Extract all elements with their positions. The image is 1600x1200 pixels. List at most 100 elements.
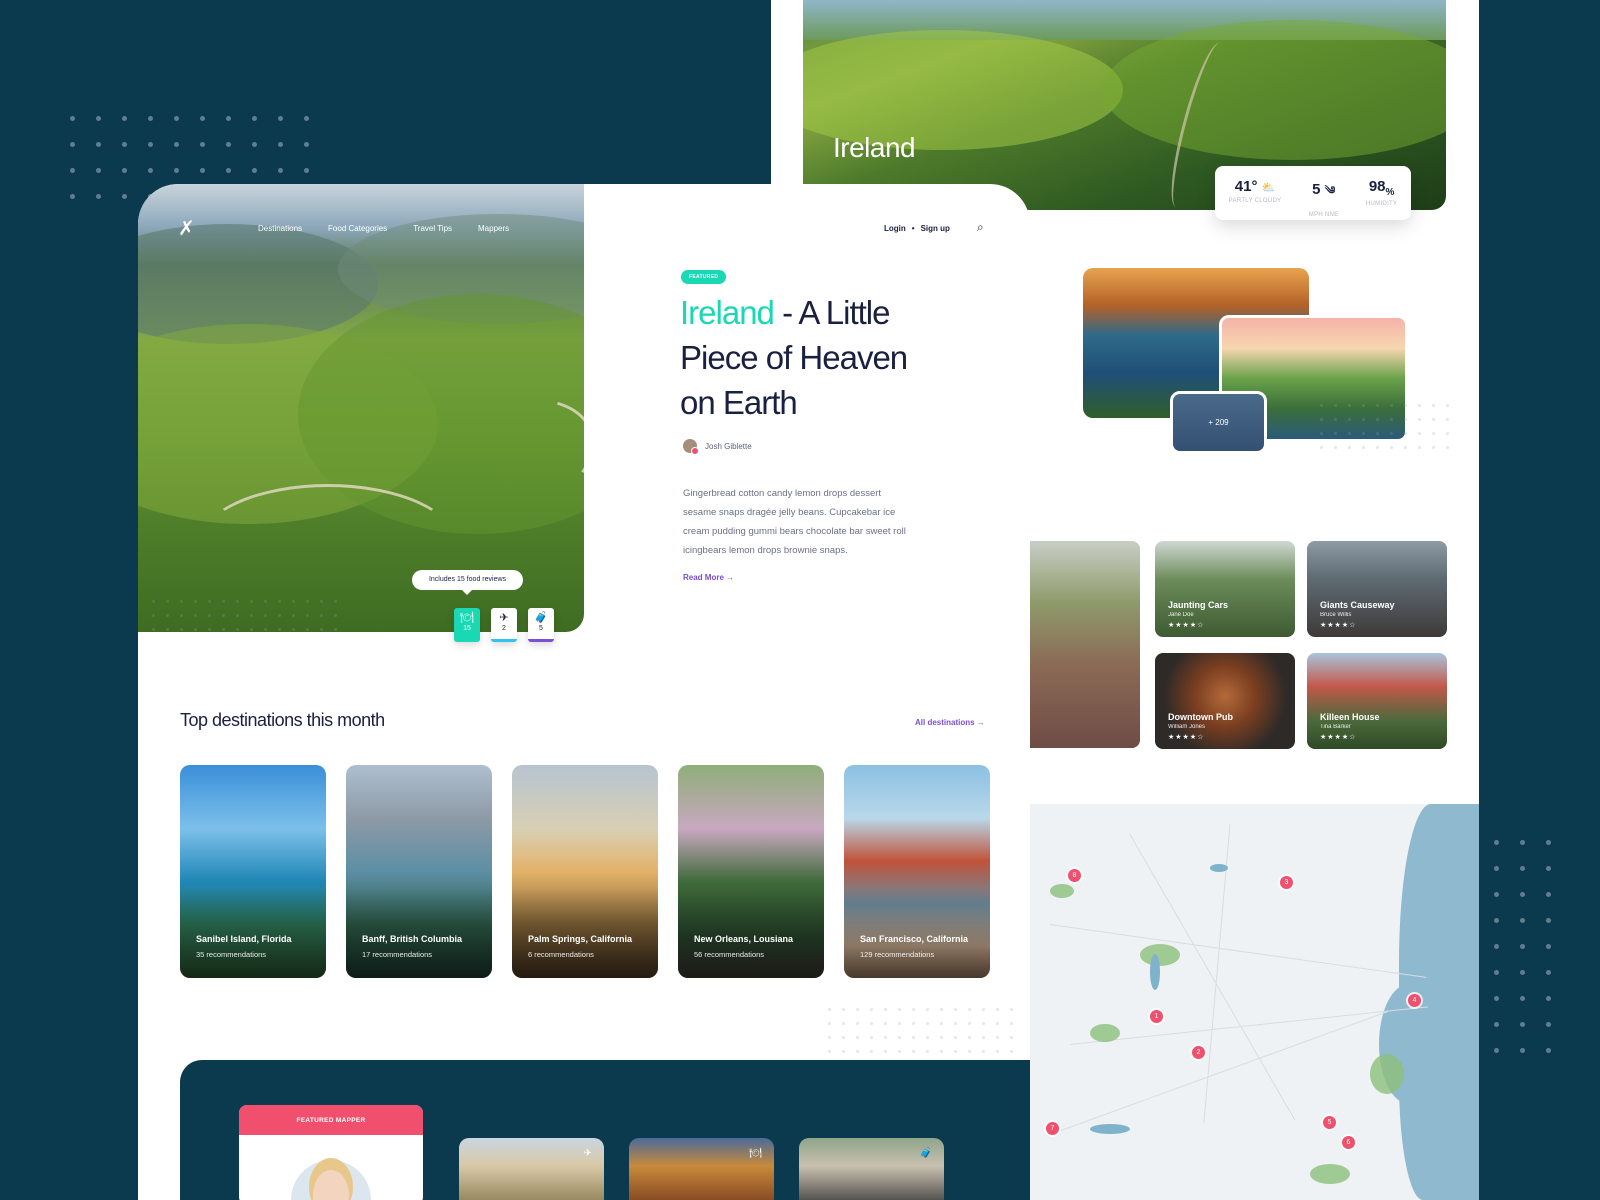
dot	[148, 142, 153, 147]
dot	[304, 168, 309, 173]
dot	[1520, 944, 1525, 949]
dot	[320, 628, 323, 631]
dot	[1520, 970, 1525, 975]
section-title: Top destinations this month	[180, 710, 385, 730]
map-pin[interactable]: 6	[1342, 1136, 1355, 1149]
weather-widget: 41° ⛅ PARTLY CLOUDY 5 ༄ MPH NNE 98% HUMI…	[1215, 166, 1411, 220]
dot	[278, 614, 281, 617]
dot	[1494, 944, 1499, 949]
dot	[954, 1008, 957, 1011]
review-tile[interactable]: Downtown Pub William Jones ★★★★☆	[1155, 653, 1295, 749]
mapper-photo[interactable]: 🧳	[799, 1138, 944, 1200]
map-pin[interactable]: 4	[1408, 994, 1421, 1007]
mapper-photo[interactable]: 🍽	[629, 1138, 774, 1200]
dot	[1334, 418, 1337, 421]
destination-card[interactable]: Banff, British Columbia 17 recommendatio…	[346, 765, 492, 978]
dot	[250, 600, 253, 603]
review-tile[interactable]: Killeen House Tina Barker ★★★★☆	[1307, 653, 1447, 749]
dot	[912, 1050, 915, 1053]
signup-link[interactable]: Sign up	[921, 224, 950, 233]
dot	[996, 1036, 999, 1039]
dot	[1546, 970, 1551, 975]
dot	[1494, 892, 1499, 897]
dot	[1320, 418, 1323, 421]
dot	[166, 628, 169, 631]
dot	[1010, 1036, 1013, 1039]
dot	[870, 1022, 873, 1025]
rating-stars: ★★★★☆	[1320, 734, 1357, 741]
rating-stars: ★★★★☆	[1168, 622, 1205, 629]
dot-grid-bottom	[828, 1008, 1024, 1064]
nav-destinations[interactable]: Destinations	[258, 224, 302, 233]
dot	[226, 116, 231, 121]
dot	[1546, 866, 1551, 871]
nav-travel-tips[interactable]: Travel Tips	[413, 224, 452, 233]
dot	[334, 600, 337, 603]
dot	[884, 1008, 887, 1011]
dot	[180, 628, 183, 631]
dot	[166, 600, 169, 603]
map-pin[interactable]: 7	[1046, 1122, 1059, 1135]
article-author[interactable]: Josh Giblette	[683, 439, 752, 455]
dot	[954, 1036, 957, 1039]
stat-luggage[interactable]: 🧳 5	[528, 608, 554, 642]
dot	[208, 614, 211, 617]
dot	[70, 194, 75, 199]
destination-card[interactable]: Palm Springs, California 6 recommendatio…	[512, 765, 658, 978]
dot	[222, 614, 225, 617]
map-pin[interactable]: 3	[1280, 876, 1293, 889]
stat-flights[interactable]: ✈ 2	[491, 608, 517, 642]
dot	[148, 116, 153, 121]
dot	[842, 1036, 845, 1039]
nav-food-categories[interactable]: Food Categories	[328, 224, 387, 233]
destination-card[interactable]: New Orleans, Lousiana 56 recommendations	[678, 765, 824, 978]
read-more-link[interactable]: Read More →	[683, 573, 734, 582]
map-pin[interactable]: 2	[1192, 1046, 1205, 1059]
dot	[940, 1036, 943, 1039]
dot	[982, 1008, 985, 1011]
mapper-photo[interactable]: ✈	[459, 1138, 604, 1200]
dot	[1404, 446, 1407, 449]
ireland-map[interactable]: 8 3 1 2 4 7 5 6	[1030, 804, 1479, 1200]
dot	[940, 1008, 943, 1011]
dot	[250, 628, 253, 631]
map-pin[interactable]: 1	[1150, 1010, 1163, 1023]
dot	[1320, 404, 1323, 407]
dot	[1376, 418, 1379, 421]
featured-mapper-card[interactable]: FEATURED MAPPER	[239, 1105, 423, 1200]
main-card: ✗ Destinations Food Categories Travel Ti…	[138, 184, 1030, 1200]
dot	[148, 168, 153, 173]
dot	[236, 628, 239, 631]
all-destinations-link[interactable]: All destinations →	[915, 718, 985, 727]
map-pin[interactable]: 8	[1068, 869, 1081, 882]
logo-utensils-icon[interactable]: ✗	[178, 216, 195, 241]
dot	[1362, 418, 1365, 421]
dot	[306, 600, 309, 603]
dot	[1546, 892, 1551, 897]
map-pin[interactable]: 5	[1323, 1116, 1336, 1129]
food-reviews-tooltip: Includes 15 food reviews	[412, 570, 523, 595]
dot	[898, 1022, 901, 1025]
dot	[1520, 892, 1525, 897]
dot	[898, 1050, 901, 1053]
dot	[1520, 1022, 1525, 1027]
gallery-more-button[interactable]: + 209	[1170, 391, 1267, 454]
dot	[96, 142, 101, 147]
arrow-right-icon: →	[976, 718, 985, 727]
hero-image[interactable]: ✗ Destinations Food Categories Travel Ti…	[138, 184, 584, 632]
destination-card[interactable]: Sanibel Island, Florida 35 recommendatio…	[180, 765, 326, 978]
review-tile-partial[interactable]	[1030, 541, 1140, 748]
review-tile[interactable]: Giants Causeway Bruce Willis ★★★★☆	[1307, 541, 1447, 637]
dot	[1446, 404, 1449, 407]
search-icon[interactable]: ⌕	[977, 220, 984, 235]
destination-card[interactable]: San Francisco, California 129 recommenda…	[844, 765, 990, 978]
dot	[1546, 1022, 1551, 1027]
nav-mappers[interactable]: Mappers	[478, 224, 509, 233]
dot	[264, 628, 267, 631]
dot	[884, 1036, 887, 1039]
dot	[1404, 404, 1407, 407]
review-tile[interactable]: Jaunting Cars Jane Doe ★★★★☆	[1155, 541, 1295, 637]
stat-food[interactable]: 🍽 15	[454, 608, 480, 642]
dot	[1334, 446, 1337, 449]
login-link[interactable]: Login	[884, 224, 906, 233]
